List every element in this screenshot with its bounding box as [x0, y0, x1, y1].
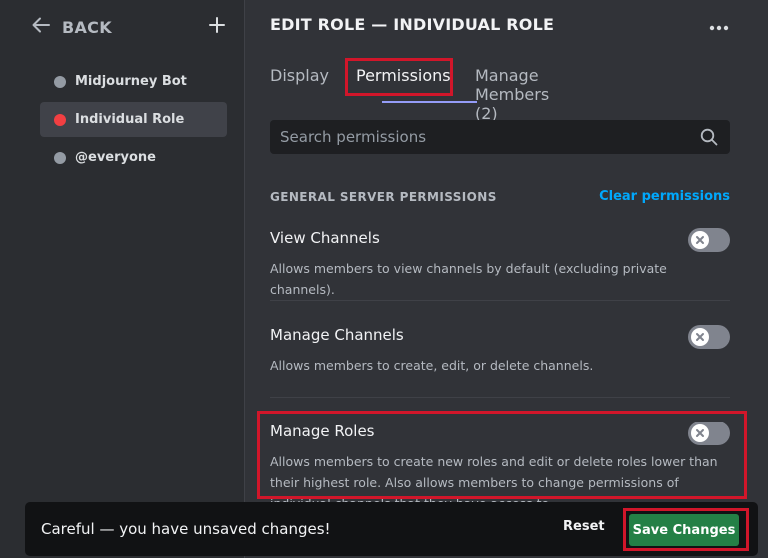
toggle-knob	[691, 231, 709, 249]
permission-description: Allows members to create, edit, or delet…	[270, 358, 594, 373]
permission-title: View Channels	[270, 229, 380, 247]
toggle-knob	[691, 328, 709, 346]
search-bar	[270, 120, 730, 154]
role-item-label: Midjourney Bot	[75, 74, 187, 89]
role-sidebar: BACK Midjourney Bot Individual Role @eve…	[0, 0, 244, 558]
role-editor: EDIT ROLE — INDIVIDUAL ROLE Display Perm…	[245, 0, 768, 558]
unsaved-changes-bar: Careful — you have unsaved changes! Rese…	[25, 502, 758, 556]
reset-button[interactable]: Reset	[563, 519, 605, 534]
close-icon	[696, 236, 704, 244]
permission-toggle[interactable]	[688, 325, 730, 349]
permission-description: Allows members to view channels by defau…	[270, 261, 667, 297]
save-changes-button[interactable]: Save Changes	[629, 514, 739, 546]
permission-manage-roles: Manage Roles Allows members to create ne…	[270, 422, 730, 502]
permission-divider	[270, 300, 730, 301]
more-options-button[interactable]	[708, 14, 730, 36]
close-icon	[696, 429, 704, 437]
role-item-everyone[interactable]: @everyone	[40, 140, 227, 175]
clear-permissions-link[interactable]: Clear permissions	[599, 189, 730, 204]
plus-icon	[209, 17, 225, 37]
role-item-midjourney-bot[interactable]: Midjourney Bot	[40, 64, 227, 99]
tab-display[interactable]: Display	[270, 60, 329, 104]
toggle-knob	[691, 424, 709, 442]
back-label: BACK	[62, 17, 112, 37]
permission-toggle[interactable]	[688, 422, 730, 445]
permission-description: Allows members to create new roles and e…	[270, 454, 718, 502]
sidebar-header: BACK	[32, 14, 228, 40]
back-button[interactable]: BACK	[32, 17, 112, 37]
search-input[interactable]	[280, 128, 698, 146]
permission-divider	[270, 397, 730, 398]
page-title: EDIT ROLE — INDIVIDUAL ROLE	[270, 15, 555, 34]
section-title: GENERAL SERVER PERMISSIONS	[270, 190, 497, 204]
permission-title: Manage Channels	[270, 326, 404, 344]
permission-title: Manage Roles	[270, 422, 375, 440]
tab-manage-members[interactable]: Manage Members (2)	[475, 60, 549, 123]
active-tab-indicator	[382, 101, 477, 103]
permission-toggle[interactable]	[688, 228, 730, 252]
role-item-label: Individual Role	[75, 112, 185, 127]
ellipsis-icon	[709, 16, 729, 35]
permission-view-channels: View Channels Allows members to view cha…	[270, 228, 730, 301]
role-color-dot	[54, 151, 66, 164]
role-color-dot	[54, 75, 66, 88]
search-icon	[698, 126, 720, 148]
role-color-dot	[54, 113, 66, 126]
role-settings-screen: BACK Midjourney Bot Individual Role @eve…	[0, 0, 768, 558]
tab-permissions[interactable]: Permissions	[356, 60, 451, 104]
unsaved-changes-message: Careful — you have unsaved changes!	[41, 520, 331, 538]
role-item-individual-role[interactable]: Individual Role	[40, 102, 227, 137]
role-item-label: @everyone	[75, 150, 156, 165]
arrow-left-icon	[32, 17, 50, 37]
create-role-button[interactable]	[206, 14, 228, 40]
close-icon	[696, 333, 704, 341]
permission-manage-channels: Manage Channels Allows members to create…	[270, 325, 730, 398]
